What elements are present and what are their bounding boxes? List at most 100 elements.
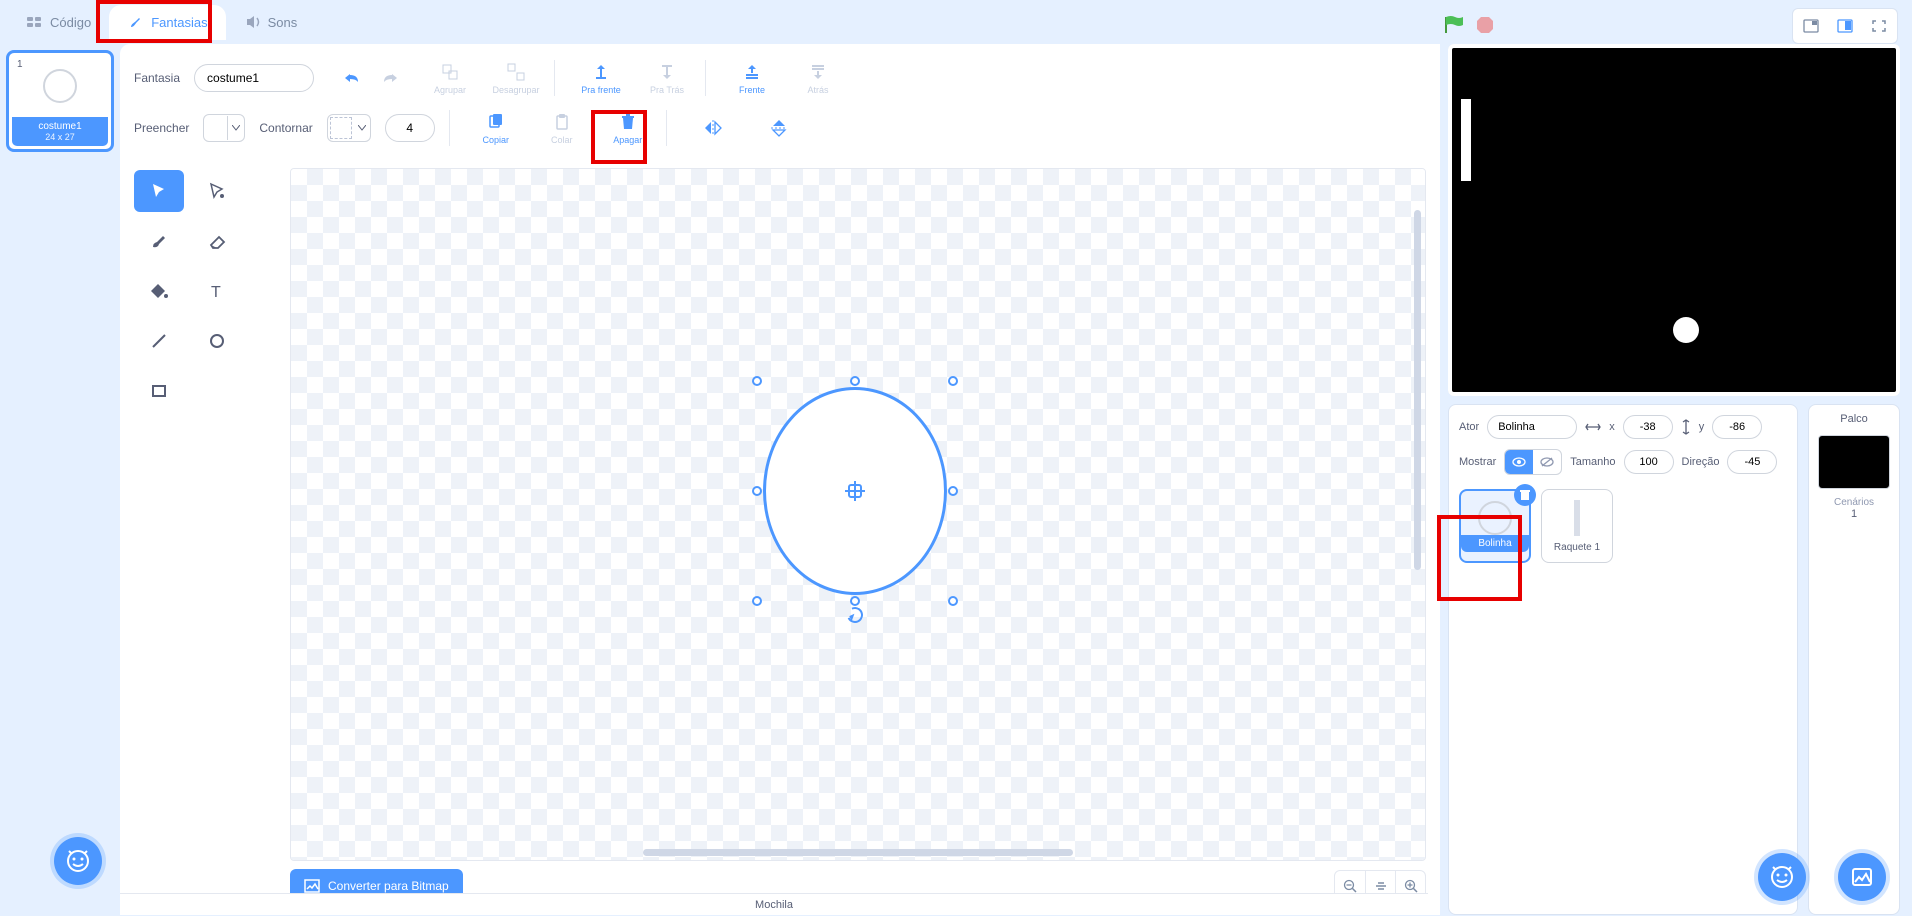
- fill-label: Preencher: [134, 121, 189, 135]
- paint-canvas[interactable]: [290, 168, 1426, 861]
- outline-label: Contornar: [259, 121, 312, 135]
- canvas-scrollbar-horizontal[interactable]: [643, 849, 1074, 856]
- forward-button[interactable]: Pra frente: [577, 62, 625, 95]
- outline-swatch: [330, 117, 352, 139]
- visibility-toggle[interactable]: [1504, 449, 1562, 475]
- outline-width-input[interactable]: [385, 114, 435, 142]
- actor-label: Ator: [1459, 421, 1479, 433]
- paddle-thumbnail-icon: [1574, 500, 1580, 536]
- delete-sprite-button[interactable]: [1514, 484, 1536, 506]
- tool-palette: T: [134, 170, 254, 412]
- run-controls: [1442, 14, 1496, 36]
- costume-name-input[interactable]: [194, 64, 314, 92]
- stage-size-controls: [1792, 8, 1898, 44]
- stage-label: Palco: [1840, 413, 1868, 425]
- tab-code[interactable]: Código: [8, 5, 109, 40]
- chevron-down-icon: [228, 116, 244, 140]
- backward-icon: [657, 62, 677, 82]
- eraser-tool[interactable]: [192, 220, 242, 262]
- sprite-item-bolinha[interactable]: Bolinha: [1459, 489, 1531, 563]
- direction-label: Direção: [1682, 456, 1720, 468]
- stage-selector[interactable]: Palco Cenários 1: [1808, 404, 1900, 915]
- add-costume-button[interactable]: [54, 837, 102, 885]
- stage-full-button[interactable]: [1865, 13, 1893, 39]
- tab-costumes-label: Fantasias: [151, 15, 207, 30]
- stage-preview[interactable]: [1448, 44, 1900, 396]
- tab-sounds[interactable]: Sons: [226, 5, 316, 40]
- costume-thumbnail-icon: [43, 69, 77, 103]
- x-input[interactable]: [1623, 415, 1673, 439]
- circle-tool[interactable]: [192, 320, 242, 362]
- stop-button[interactable]: [1474, 14, 1496, 36]
- paste-icon: [552, 112, 572, 132]
- select-tool[interactable]: [134, 170, 184, 212]
- direction-input[interactable]: [1727, 450, 1777, 474]
- reshape-tool[interactable]: [192, 170, 242, 212]
- costume-editor: Fantasia Agrupar Desagrupar Pra frente P…: [120, 44, 1440, 915]
- backdrops-label: Cenários: [1834, 497, 1874, 508]
- ungroup-button[interactable]: Desagrupar: [492, 62, 540, 95]
- bitmap-icon: [304, 879, 320, 893]
- tab-sounds-label: Sons: [268, 15, 298, 30]
- eye-hidden-icon: [1533, 450, 1561, 474]
- flip-horizontal-icon: [703, 118, 723, 138]
- delete-button[interactable]: Apagar: [604, 112, 652, 145]
- selection-box[interactable]: [757, 381, 953, 601]
- add-sprite-button[interactable]: [1758, 853, 1806, 901]
- costume-name-field-label: Fantasia: [134, 71, 180, 85]
- line-tool[interactable]: [134, 320, 184, 362]
- front-button[interactable]: Frente: [728, 62, 776, 95]
- backpack-bar[interactable]: Mochila: [120, 893, 1428, 915]
- canvas-scrollbar-vertical[interactable]: [1414, 210, 1421, 569]
- tab-code-label: Código: [50, 15, 91, 30]
- redo-button[interactable]: [376, 66, 404, 90]
- ungroup-icon: [506, 62, 526, 82]
- top-tabs: Código Fantasias Sons: [0, 0, 1912, 44]
- backward-button[interactable]: Pra Trás: [643, 62, 691, 95]
- y-label: y: [1699, 421, 1705, 433]
- brush-tool[interactable]: [134, 220, 184, 262]
- sprite-info-panel: Ator x y Mostrar Tamanho: [1448, 404, 1798, 915]
- flip-horizontal-button[interactable]: [689, 118, 737, 138]
- add-backdrop-button[interactable]: [1838, 853, 1886, 901]
- back-button[interactable]: Atrás: [794, 62, 842, 95]
- backdrop-thumbnail: [1818, 435, 1890, 489]
- x-label: x: [1609, 421, 1615, 433]
- costume-size-label: 24 x 27: [12, 132, 108, 142]
- flip-vertical-button[interactable]: [755, 118, 803, 138]
- actor-name-input[interactable]: [1487, 415, 1577, 439]
- stage-small-button[interactable]: [1797, 13, 1825, 39]
- sprite-item-raquete[interactable]: Raquete 1: [1541, 489, 1613, 563]
- costume-list: 1 costume1 24 x 27: [0, 44, 120, 915]
- show-label: Mostrar: [1459, 456, 1496, 468]
- brush-icon: [127, 15, 145, 29]
- fill-tool[interactable]: [134, 270, 184, 312]
- costume-list-item[interactable]: 1 costume1 24 x 27: [6, 50, 114, 152]
- group-button[interactable]: Agrupar: [426, 62, 474, 95]
- group-icon: [440, 62, 460, 82]
- sprite-list: Bolinha Raquete 1: [1459, 489, 1787, 563]
- undo-button[interactable]: [338, 66, 366, 90]
- fill-color-picker[interactable]: [203, 114, 245, 142]
- text-tool[interactable]: T: [192, 270, 242, 312]
- code-icon: [26, 15, 44, 29]
- ball-thumbnail-icon: [1478, 501, 1512, 535]
- flip-vertical-icon: [769, 118, 789, 138]
- trash-icon: [618, 112, 638, 132]
- fill-swatch: [204, 116, 228, 140]
- stage-large-button[interactable]: [1831, 13, 1859, 39]
- forward-icon: [591, 62, 611, 82]
- outline-color-picker[interactable]: [327, 114, 371, 142]
- sound-icon: [244, 15, 262, 29]
- front-icon: [742, 62, 762, 82]
- y-input[interactable]: [1712, 415, 1762, 439]
- eye-visible-icon: [1505, 450, 1533, 474]
- tab-costumes[interactable]: Fantasias: [109, 5, 225, 40]
- green-flag-button[interactable]: [1442, 14, 1464, 36]
- size-input[interactable]: [1624, 450, 1674, 474]
- paste-button[interactable]: Colar: [538, 112, 586, 145]
- copy-button[interactable]: Copiar: [472, 112, 520, 145]
- rectangle-tool[interactable]: [134, 370, 184, 412]
- xy-icon: [1585, 422, 1601, 432]
- backdrops-count: 1: [1851, 508, 1857, 520]
